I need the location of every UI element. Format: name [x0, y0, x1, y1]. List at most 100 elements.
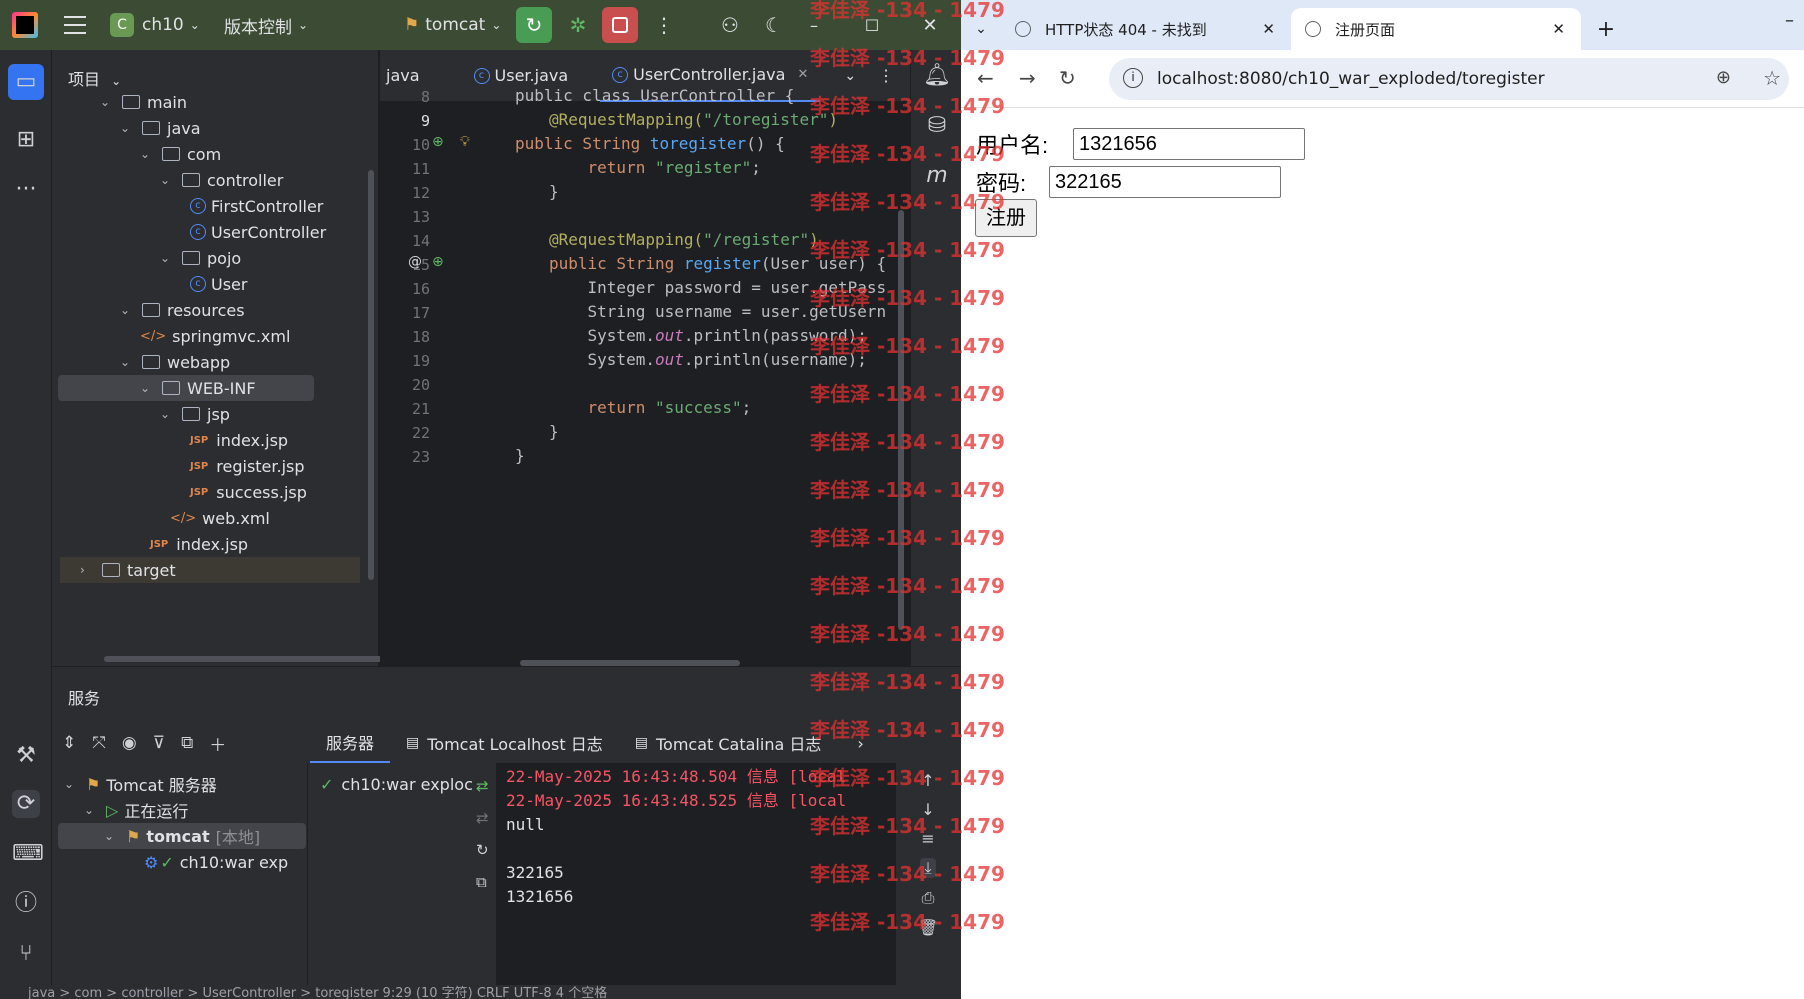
- scroll-down-icon[interactable]: ↓: [921, 800, 934, 819]
- chevron-right-icon[interactable]: ›: [80, 563, 94, 577]
- chevron-down-icon[interactable]: ⌄: [140, 147, 154, 161]
- filter-icon[interactable]: ⊽: [153, 733, 165, 753]
- more-actions-icon[interactable]: ⋮: [646, 7, 682, 43]
- scroll-to-end-icon[interactable]: ⤓: [920, 858, 936, 878]
- minimize-button[interactable]: –: [1785, 10, 1794, 31]
- tree-item-main[interactable]: ⌄ main: [100, 89, 187, 115]
- project-panel-header[interactable]: 项目 ⌄: [68, 66, 121, 90]
- expand-all-icon[interactable]: ⇕: [62, 733, 76, 753]
- vcs-menu[interactable]: 版本控制 ⌄: [224, 0, 308, 50]
- deployment-item[interactable]: ✓ ch10:war exploc: [320, 771, 473, 797]
- zoom-icon[interactable]: ⊕: [1716, 67, 1731, 88]
- more-tabs-icon[interactable]: ⋮: [878, 66, 894, 85]
- add-user-icon[interactable]: ⚇: [712, 7, 748, 43]
- maven-icon[interactable]: m: [923, 162, 951, 190]
- tree-item-web-inf[interactable]: ⌄ WEB-INF: [58, 375, 314, 401]
- tab-search-chevron-icon[interactable]: ⌄: [961, 8, 1001, 50]
- run-config-selector[interactable]: ⚑ tomcat ⌄: [404, 0, 501, 50]
- code-area[interactable]: public class UserController {@RequestMap…: [380, 86, 910, 666]
- scroll-up-icon[interactable]: ↑: [921, 771, 934, 790]
- tree-item-java[interactable]: ⌄ java: [120, 115, 201, 141]
- main-menu-icon[interactable]: [64, 16, 86, 34]
- tree-scrollbar[interactable]: [368, 170, 374, 580]
- tree-hscrollbar[interactable]: [104, 656, 394, 662]
- tree-item-index-jsp[interactable]: JSP index.jsp: [190, 427, 288, 453]
- tab-server[interactable]: 服务器: [310, 723, 391, 763]
- deploy-icon[interactable]: ⇄: [476, 777, 489, 795]
- bookmark-star-icon[interactable]: ☆: [1763, 66, 1781, 90]
- tab-localhost-log[interactable]: ▤ Tomcat Localhost 日志: [390, 723, 619, 763]
- build-tool-icon[interactable]: ⚒: [12, 742, 40, 770]
- tree-item-index-jsp[interactable]: JSP index.jsp: [150, 531, 248, 557]
- address-bar[interactable]: i localhost:8080/ch10_war_exploded/toreg…: [1109, 58, 1789, 100]
- theme-moon-icon[interactable]: ☾: [756, 7, 792, 43]
- close-tab-icon[interactable]: ✕: [1552, 20, 1565, 38]
- tree-item-springmvc-xml[interactable]: </> springmvc.xml: [140, 323, 290, 349]
- project-tool-icon[interactable]: ▭: [8, 64, 44, 100]
- tree-item-target[interactable]: › target: [60, 557, 360, 583]
- collapse-all-icon[interactable]: ⤧: [92, 733, 106, 753]
- chevron-down-icon[interactable]: ⌄: [160, 407, 174, 421]
- close-tab-icon[interactable]: ✕: [797, 67, 808, 82]
- chevron-down-icon[interactable]: ⌄: [160, 251, 174, 265]
- tomcat-server-node[interactable]: ⌄ ⚑ tomcat [本地]: [58, 823, 306, 849]
- tab-catalina-log[interactable]: ▤ Tomcat Catalina 日志: [619, 723, 838, 763]
- tree-item-controller[interactable]: ⌄ controller: [160, 167, 283, 193]
- soft-wrap-icon[interactable]: ≡: [921, 829, 934, 848]
- running-node[interactable]: ⌄ ▷ 正在运行: [84, 797, 188, 823]
- forward-arrow-icon[interactable]: →: [1019, 66, 1036, 90]
- minimize-button[interactable]: –: [796, 7, 832, 43]
- undeploy-icon[interactable]: ⇄: [476, 809, 489, 827]
- artifact-node[interactable]: ⚙ ✓ ch10:war exp: [144, 849, 288, 875]
- tree-item-usercontroller[interactable]: c UserController: [190, 219, 326, 245]
- tab-list-chevron-icon[interactable]: ⌄: [844, 68, 856, 84]
- add-service-icon[interactable]: ＋: [209, 731, 226, 756]
- chevron-down-icon[interactable]: ⌄: [160, 173, 174, 187]
- close-button[interactable]: ✕: [912, 7, 948, 43]
- debug-button[interactable]: ✲: [560, 7, 596, 43]
- tree-item-com[interactable]: ⌄ com: [140, 141, 221, 167]
- clear-console-icon[interactable]: 🗑︎: [918, 918, 938, 937]
- register-submit-button[interactable]: 注册: [975, 199, 1037, 237]
- close-tab-icon[interactable]: ✕: [1262, 20, 1275, 38]
- chevron-down-icon[interactable]: ⌄: [140, 381, 154, 395]
- tree-item-success-jsp[interactable]: JSP success.jsp: [190, 479, 307, 505]
- services-tool-icon[interactable]: ⟳: [12, 790, 40, 818]
- more-tools-icon[interactable]: ···: [12, 176, 40, 204]
- project-selector[interactable]: C ch10 ⌄: [110, 0, 200, 50]
- reload-icon[interactable]: ↻: [1059, 66, 1076, 90]
- structure-tool-icon[interactable]: ⊞: [12, 126, 40, 154]
- chevron-down-icon[interactable]: ⌄: [120, 303, 134, 317]
- back-arrow-icon[interactable]: ←: [977, 66, 994, 90]
- chevron-down-icon[interactable]: ⌄: [100, 95, 114, 109]
- chevron-down-icon[interactable]: ⌄: [120, 355, 134, 369]
- chevron-down-icon[interactable]: ⌄: [120, 121, 134, 135]
- more-tabs-chevron-icon[interactable]: ›: [857, 734, 863, 753]
- tree-item-jsp[interactable]: ⌄ jsp: [160, 401, 230, 427]
- open-browser-icon[interactable]: ⧉: [476, 873, 489, 891]
- browser-tab-register[interactable]: 注册页面 ✕: [1291, 8, 1581, 50]
- tree-item-firstcontroller[interactable]: c FirstController: [190, 193, 323, 219]
- notifications-bell-icon[interactable]: 🔔︎: [923, 62, 951, 90]
- tree-item-user[interactable]: c User: [190, 271, 247, 297]
- terminal-tool-icon[interactable]: ⌨: [12, 840, 44, 868]
- git-tool-icon[interactable]: ⑂: [12, 940, 40, 968]
- problems-tool-icon[interactable]: ⓘ: [12, 890, 40, 918]
- print-icon[interactable]: ⎙: [922, 888, 935, 908]
- new-tab-button[interactable]: +: [1581, 8, 1631, 50]
- tree-item-webapp[interactable]: ⌄ webapp: [120, 349, 230, 375]
- tree-item-web-xml[interactable]: </> web.xml: [170, 505, 270, 531]
- view-options-eye-icon[interactable]: ◉: [122, 733, 137, 753]
- refresh-icon[interactable]: ↻: [476, 841, 489, 859]
- stop-button[interactable]: [602, 7, 638, 43]
- console-output[interactable]: 22-May-2025 16:43:48.504 信息 [local 22-May…: [496, 763, 896, 999]
- site-info-icon[interactable]: i: [1123, 68, 1143, 88]
- username-input[interactable]: 1321656: [1073, 128, 1305, 160]
- tree-item-resources[interactable]: ⌄ resources: [120, 297, 245, 323]
- tree-item-pojo[interactable]: ⌄ pojo: [160, 245, 241, 271]
- database-icon[interactable]: ⛁: [923, 112, 951, 140]
- breadcrumb[interactable]: java > com > controller > UserController…: [28, 985, 607, 999]
- browser-tab-404[interactable]: HTTP状态 404 - 未找到 ✕: [1001, 8, 1291, 50]
- editor-vscrollbar[interactable]: [898, 210, 904, 630]
- password-input[interactable]: 322165: [1049, 166, 1281, 198]
